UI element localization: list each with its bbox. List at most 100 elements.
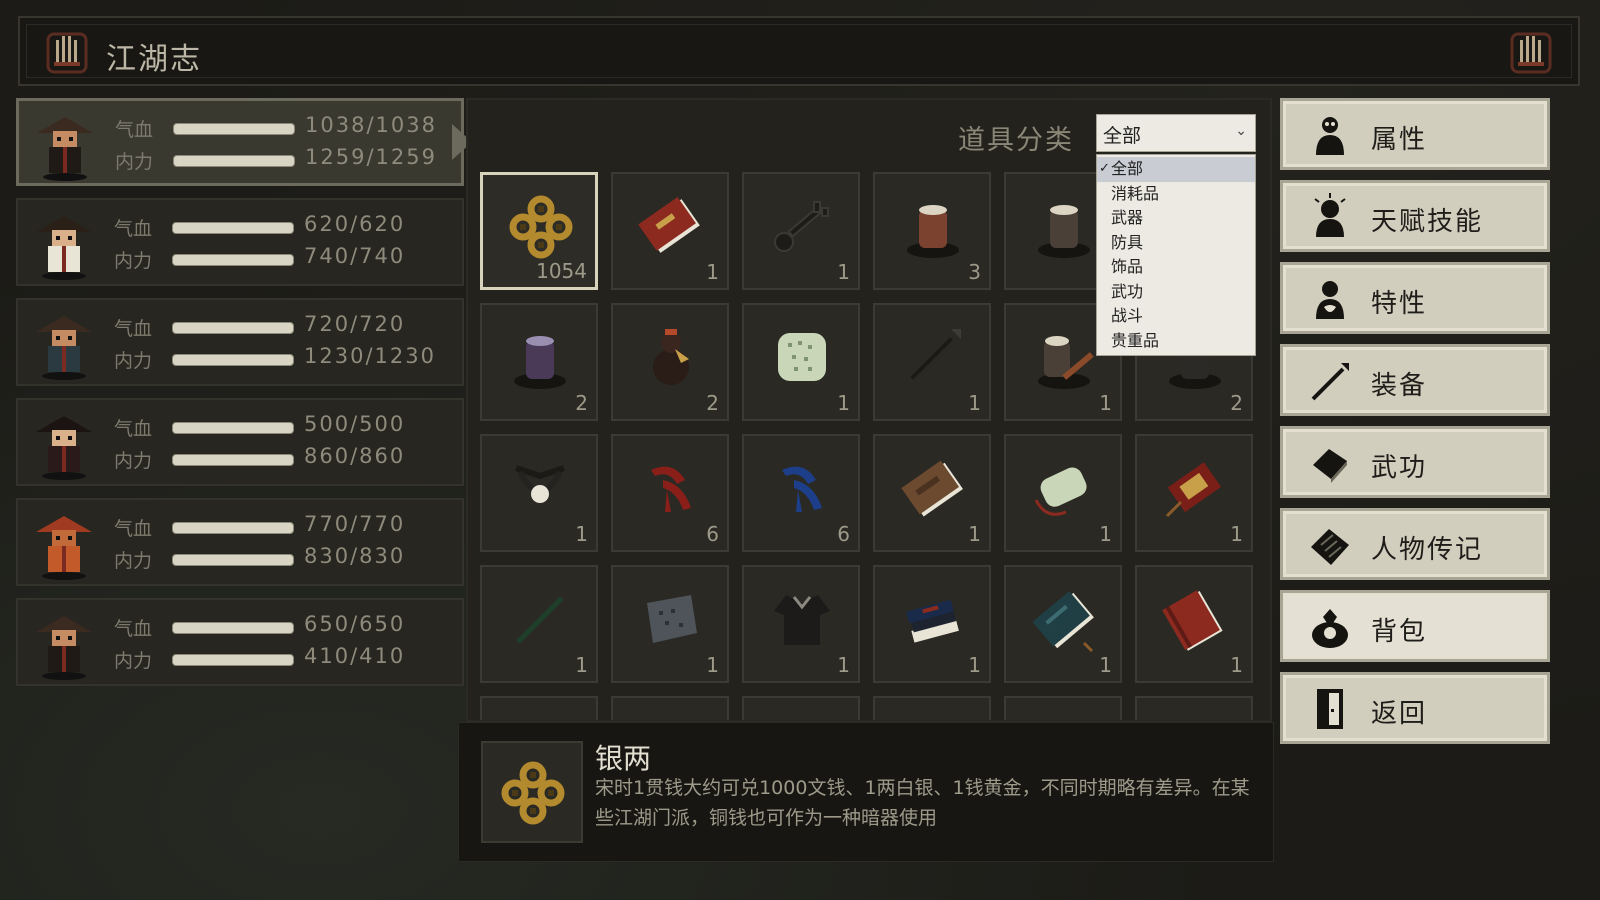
avatar: [29, 105, 101, 181]
category-option-label: 战斗: [1111, 306, 1144, 325]
title-bar: 江湖志: [18, 16, 1580, 86]
party-member-5[interactable]: 气血 770/770 内力 830/830: [16, 498, 464, 586]
detail-item-name: 银两: [595, 742, 652, 775]
spear-icon: [1307, 357, 1353, 405]
mp-label: 内力: [114, 350, 153, 372]
category-option[interactable]: 战斗: [1097, 304, 1255, 329]
category-option-label: 饰品: [1111, 257, 1144, 276]
inventory-slot[interactable]: 1: [873, 303, 991, 421]
item-count: 1: [1230, 653, 1243, 677]
menu-button-5[interactable]: 武功: [1280, 426, 1550, 498]
category-option[interactable]: 武器: [1097, 206, 1255, 231]
mp-bar: [172, 654, 294, 666]
hp-label: 气血: [115, 119, 154, 141]
party-member-6[interactable]: 气血 650/650 内力 410/410: [16, 598, 464, 686]
inventory-slot[interactable]: [873, 696, 991, 720]
item-count: 3: [968, 260, 981, 284]
red-feather-icon: [633, 450, 709, 526]
party-member-2[interactable]: 气血 620/620 内力 740/740: [16, 198, 464, 286]
menu-button-label: 武功: [1371, 453, 1428, 483]
inventory-slot[interactable]: [611, 696, 729, 720]
inventory-slot[interactable]: 6: [742, 434, 860, 552]
party-member-1[interactable]: 气血 1038/1038 内力 1259/1259: [16, 98, 464, 186]
category-dropdown: ✓ 全部 消耗品武器 防具 饰品武功战斗贵重品: [1096, 154, 1256, 356]
avatar: [28, 504, 100, 580]
item-detail-panel: 银两 宋时1贯钱大约可兑1000文钱、1两白银、1钱黄金，不同时期略有差异。在某…: [458, 722, 1274, 862]
red-tag-icon: [1157, 450, 1233, 526]
menu-button-label: 属性: [1371, 125, 1428, 155]
item-count: 1: [968, 522, 981, 546]
avatar: [28, 604, 100, 680]
category-option-label: 全部: [1111, 159, 1144, 178]
title-bar-frame: [26, 24, 1572, 78]
mp-value: 410/410: [304, 644, 406, 668]
mp-value: 860/860: [304, 444, 406, 468]
inventory-slot[interactable]: 1: [611, 172, 729, 290]
item-count: 1: [837, 260, 850, 284]
category-option[interactable]: 贵重品: [1097, 329, 1255, 354]
hp-bar: [172, 222, 294, 234]
pearl-necklace-icon: [502, 450, 578, 526]
menu-button-8[interactable]: 返回: [1280, 672, 1550, 744]
menu-button-2[interactable]: 天赋技能: [1280, 180, 1550, 252]
inventory-slot[interactable]: 1054: [480, 172, 598, 290]
menu-button-6[interactable]: 人物传记: [1280, 508, 1550, 580]
inventory-slot[interactable]: 1: [480, 434, 598, 552]
inventory-slot[interactable]: 1: [1004, 434, 1122, 552]
inventory-slot[interactable]: 1: [873, 434, 991, 552]
jade-disc-icon: [764, 319, 840, 395]
category-option-label: 消耗品: [1111, 183, 1160, 203]
inventory-slot[interactable]: 6: [611, 434, 729, 552]
window-title: 江湖志: [106, 42, 202, 77]
detail-item-slot: [481, 741, 583, 843]
hp-value: 770/770: [304, 512, 406, 536]
inventory-slot[interactable]: [742, 696, 860, 720]
map-cloth-icon: [633, 581, 709, 657]
category-option[interactable]: 消耗品: [1097, 182, 1255, 207]
mp-bar: [173, 155, 295, 167]
coins-icon: [501, 761, 565, 825]
inventory-slot[interactable]: 2: [480, 303, 598, 421]
inventory-slot[interactable]: [480, 696, 598, 720]
party-member-4[interactable]: 气血 500/500 内力 860/860: [16, 398, 464, 486]
inventory-slot[interactable]: 1: [480, 565, 598, 683]
inventory-slot[interactable]: 1: [1004, 565, 1122, 683]
teal-book-icon: [1026, 581, 1102, 657]
category-select[interactable]: 全部 ⌄: [1096, 114, 1256, 152]
inventory-slot[interactable]: 1: [742, 172, 860, 290]
item-count: 2: [1230, 391, 1243, 415]
hp-value: 500/500: [304, 412, 406, 436]
mp-bar: [172, 454, 294, 466]
inventory-panel: 道具分类 全部 ⌄ ✓ 全部 消耗品 武器 防具 饰品 武功 战斗 贵重品 1054 1 1 3 2 2 1…: [466, 98, 1272, 722]
inventory-slot[interactable]: 1: [611, 565, 729, 683]
category-option[interactable]: ✓ 全部: [1097, 157, 1255, 182]
key-icon: [764, 188, 840, 264]
item-count: 1: [1230, 522, 1243, 546]
inventory-slot[interactable]: [1135, 696, 1253, 720]
inventory-slot[interactable]: 1: [1135, 434, 1253, 552]
trait-icon: [1307, 275, 1353, 323]
inventory-slot[interactable]: 1: [873, 565, 991, 683]
inventory-slot[interactable]: 1: [742, 303, 860, 421]
inventory-slot[interactable]: [1004, 696, 1122, 720]
menu-button-7[interactable]: 背包: [1280, 590, 1550, 662]
menu-button-1[interactable]: 属性: [1280, 98, 1550, 170]
category-option-label: 武功: [1111, 281, 1144, 301]
menu-button-label: 人物传记: [1371, 535, 1484, 565]
inventory-slot[interactable]: 3: [873, 172, 991, 290]
inventory-slot[interactable]: 1: [742, 565, 860, 683]
category-option[interactable]: 防具: [1097, 231, 1255, 256]
inventory-slot[interactable]: 1: [1135, 565, 1253, 683]
bamboo-stick-icon: [502, 581, 578, 657]
category-option[interactable]: 饰品: [1097, 255, 1255, 280]
hp-value: 720/720: [304, 312, 406, 336]
category-option[interactable]: 武功: [1097, 280, 1255, 305]
menu-button-4[interactable]: 装备: [1280, 344, 1550, 416]
manual-icon: [1307, 439, 1353, 487]
menu-button-3[interactable]: 特性: [1280, 262, 1550, 334]
inventory-slot[interactable]: 2: [611, 303, 729, 421]
hp-bar: [172, 622, 294, 634]
party-member-3[interactable]: 气血 720/720 内力 1230/1230: [16, 298, 464, 386]
item-count: 6: [837, 522, 850, 546]
item-count: 1: [968, 653, 981, 677]
